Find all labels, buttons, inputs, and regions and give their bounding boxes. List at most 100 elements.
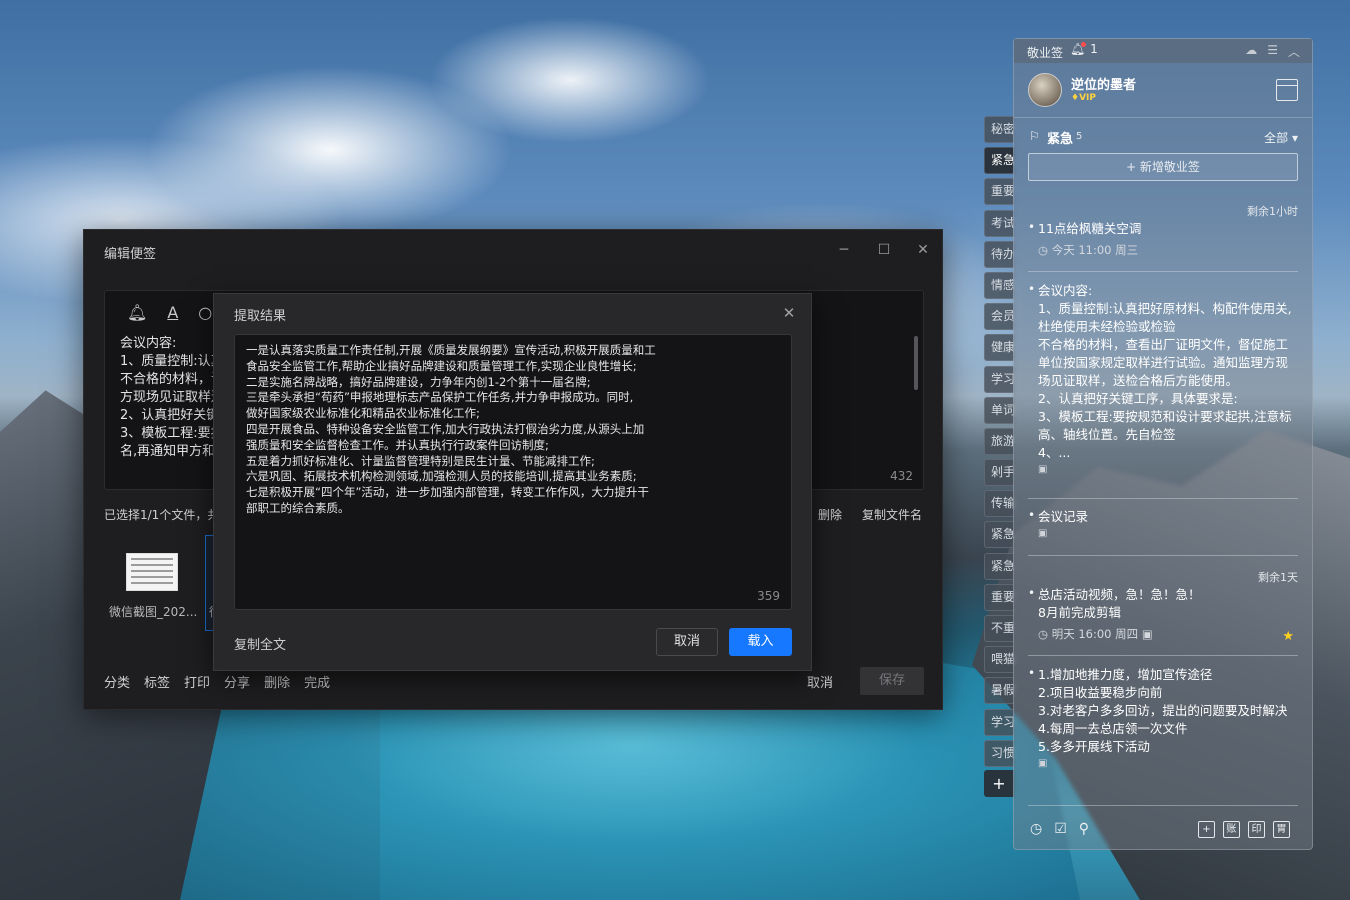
- cloud-sync-icon[interactable]: ☁: [1245, 43, 1257, 60]
- filter-dropdown[interactable]: 全部 ▾: [1264, 129, 1298, 146]
- add-note-button[interactable]: + 新增敬业签: [1028, 153, 1298, 181]
- editor-char-count: 432: [890, 469, 913, 483]
- note-bullet: •: [1028, 586, 1036, 600]
- more-icon[interactable]: 胃: [1273, 821, 1290, 838]
- calendar-icon[interactable]: [1276, 79, 1298, 101]
- save-button[interactable]: 保存: [860, 667, 924, 695]
- tab-health[interactable]: 健康: [984, 334, 1014, 362]
- tab-urgent-2[interactable]: 紧急: [984, 521, 1014, 549]
- maximize-button[interactable]: ☐: [874, 240, 894, 260]
- tab-urgent[interactable]: 紧急: [984, 147, 1014, 175]
- clock-icon[interactable]: ◷: [1030, 821, 1042, 837]
- copy-filename-button[interactable]: 复制文件名: [862, 506, 922, 523]
- tab-habit[interactable]: 习惯: [984, 739, 1014, 767]
- note-reminder: ◷ 今天 11:00 周三: [1038, 243, 1139, 257]
- edit-window-title: 编辑便签: [104, 247, 157, 262]
- note-item[interactable]: • 会议记录 ▣: [1028, 508, 1300, 539]
- tab-important[interactable]: 重要: [984, 178, 1014, 206]
- add-icon[interactable]: +: [1198, 821, 1215, 838]
- username[interactable]: 逆位的墨者: [1071, 74, 1136, 93]
- print-button[interactable]: 打印: [184, 672, 210, 691]
- selected-files-info: 已选择1/1个文件，共: [104, 508, 214, 522]
- note-item[interactable]: • 11点给枫糖关空调 ◷ 今天 11:00 周三: [1028, 220, 1300, 258]
- tag-button[interactable]: 标签: [144, 672, 170, 691]
- search-icon[interactable]: ⚲: [1079, 821, 1089, 837]
- tab-words[interactable]: 单词: [984, 396, 1014, 424]
- done-button[interactable]: 完成: [304, 672, 330, 691]
- checklist-icon[interactable]: ☑: [1054, 821, 1067, 837]
- bell-icon[interactable]: 🔔︎: [127, 303, 147, 322]
- extract-result-dialog: 提取结果 ✕ 一是认真落实质量工作责任制,开展《质量发展纲要》宣传活动,积极开展…: [213, 293, 812, 671]
- tab-study-2[interactable]: 学习: [984, 708, 1014, 736]
- note-text: 1.增加地推力度，增加宣传途径 2.项目收益要稳步向前 3.对老客户多多回访，提…: [1038, 667, 1288, 754]
- note-item[interactable]: • 1.增加地推力度，增加宣传途径 2.项目收益要稳步向前 3.对老客户多多回访…: [1028, 666, 1300, 769]
- note-item[interactable]: • 总店活动视频，急！急！急！ 8月前完成剪辑 ◷ 明天 16:00 周四 ▣: [1028, 586, 1300, 642]
- tab-study[interactable]: 学习: [984, 365, 1014, 393]
- note-item[interactable]: • 会议内容: 1、质量控制:认真把好原材料、构配件使用关,杜绝使用未经检验或检…: [1028, 282, 1300, 475]
- tab-exam[interactable]: 考试: [984, 209, 1014, 237]
- editor-scrollbar[interactable]: [914, 336, 918, 390]
- extract-textarea[interactable]: 一是认真落实质量工作责任制,开展《质量发展纲要》宣传活动,积极开展质量和工 食品…: [234, 334, 792, 610]
- minimize-button[interactable]: ─: [834, 240, 854, 260]
- tab-transfer[interactable]: 传输: [984, 490, 1014, 518]
- tab-shopping[interactable]: 剁手: [984, 459, 1014, 487]
- font-color-icon[interactable]: A: [167, 303, 178, 322]
- cancel-button[interactable]: 取消: [807, 672, 833, 691]
- flag-icon: ⚐: [1029, 129, 1040, 143]
- add-category-button[interactable]: +: [984, 770, 1014, 797]
- editor-content[interactable]: 会议内容: 1、质量控制:认真 不合格的材料，请 方现场见证取样送 2、认真把好…: [120, 335, 220, 461]
- tab-not-important[interactable]: 不重: [984, 615, 1014, 642]
- category-tabs: 秘密 紧急 重要 考试 待办 情感 会员 健康 学习 单词 旅游 剁手 传输 紧…: [984, 116, 1014, 771]
- tab-travel[interactable]: 旅游: [984, 427, 1014, 455]
- app-name: 敬业签: [1027, 46, 1064, 60]
- file-thumbnail[interactable]: [126, 553, 178, 591]
- tab-secret[interactable]: 秘密: [984, 116, 1014, 143]
- close-button[interactable]: ✕: [913, 240, 933, 260]
- note-text: 会议记录: [1038, 509, 1089, 524]
- delete-button[interactable]: 删除: [264, 672, 290, 691]
- tab-summer[interactable]: 暑假: [984, 677, 1014, 705]
- notification-bell[interactable]: 🔔︎ 1: [1070, 42, 1098, 56]
- category-button[interactable]: 分类: [104, 672, 130, 691]
- note-divider: [1028, 271, 1298, 272]
- tab-urgent-3[interactable]: 紧急: [984, 552, 1014, 580]
- avatar[interactable]: [1028, 73, 1062, 107]
- print-icon[interactable]: 印: [1248, 821, 1265, 838]
- clock-icon: ◷: [1038, 627, 1049, 641]
- panel-header: 敬业签 🔔︎ 1 ☁ ☰ ︿: [1014, 39, 1312, 63]
- panel-footer: ◷ ☑ ⚲ + 账 印 胃: [1014, 813, 1312, 849]
- tab-feed-cat[interactable]: 喂猫: [984, 646, 1014, 674]
- note-divider: [1028, 805, 1298, 806]
- dialog-cancel-button[interactable]: 取消: [656, 628, 718, 656]
- close-icon[interactable]: ✕: [779, 303, 799, 323]
- load-button[interactable]: 载入: [729, 628, 792, 656]
- extract-content[interactable]: 一是认真落实质量工作责任制,开展《质量发展纲要》宣传活动,积极开展质量和工 食品…: [246, 343, 696, 517]
- dialog-title: 提取结果: [234, 309, 287, 324]
- menu-icon[interactable]: ☰: [1267, 43, 1278, 60]
- circle-icon[interactable]: ○: [198, 303, 212, 322]
- note-remaining-time: 剩余1天: [1258, 571, 1298, 584]
- note-divider: [1028, 555, 1298, 556]
- collapse-icon[interactable]: ︿: [1288, 43, 1300, 60]
- ledger-icon[interactable]: 账: [1223, 821, 1240, 838]
- note-remaining-time: 剩余1小时: [1247, 205, 1298, 218]
- tab-todo[interactable]: 待办: [984, 240, 1014, 268]
- tab-emotion[interactable]: 情感: [984, 271, 1014, 299]
- copy-all-button[interactable]: 复制全文: [234, 634, 286, 653]
- file-thumbnail-name: 微信截图_202...: [109, 605, 198, 619]
- notification-dot: [1081, 42, 1087, 47]
- note-bullet: •: [1028, 508, 1036, 522]
- lock-icon: ▣: [1038, 464, 1048, 475]
- note-divider: [1028, 655, 1298, 656]
- share-button[interactable]: 分享: [224, 672, 250, 691]
- lock-icon: ▣: [1038, 528, 1048, 539]
- note-bullet: •: [1028, 220, 1036, 234]
- notification-count: 1: [1090, 42, 1098, 56]
- delete-file-button[interactable]: 删除: [818, 506, 842, 523]
- tab-member[interactable]: 会员: [984, 303, 1014, 331]
- tab-important-2[interactable]: 重要: [984, 583, 1014, 611]
- sticky-note-panel: 敬业签 🔔︎ 1 ☁ ☰ ︿ 逆位的墨者 ♦VIP ⚐ 紧急 5 全部 ▾ + …: [1013, 38, 1313, 850]
- header-divider: [1014, 117, 1312, 118]
- note-text: 总店活动视频，急！急！急！ 8月前完成剪辑: [1038, 587, 1201, 620]
- star-icon[interactable]: ★: [1282, 629, 1294, 644]
